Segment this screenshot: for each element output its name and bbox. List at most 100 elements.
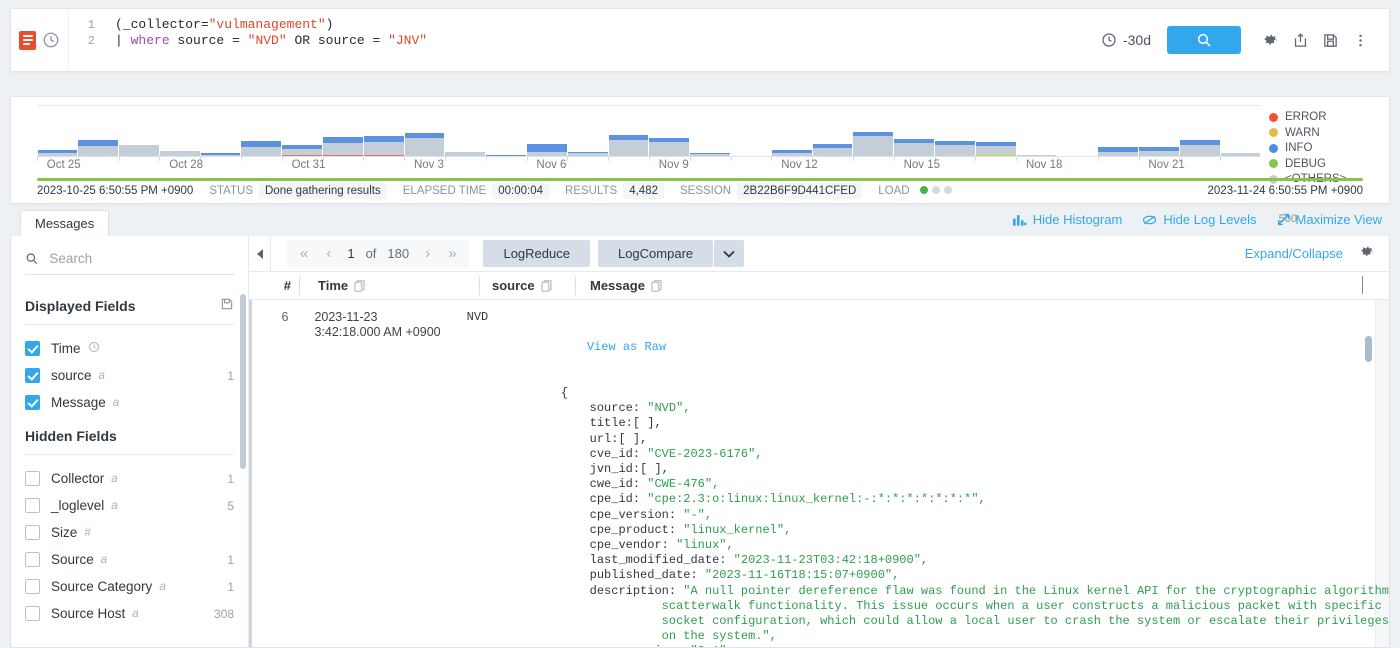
histogram-bar[interactable]: [567, 105, 608, 161]
sidebar-scrollbar[interactable]: [240, 294, 246, 469]
table-row[interactable]: 6 2023-11-23 3:42:18.000 AM +0900 NVD Vi…: [249, 300, 1389, 647]
field-checkbox[interactable]: [25, 341, 40, 356]
column-header-message[interactable]: Message: [575, 276, 1389, 295]
histogram-bar[interactable]: [240, 105, 282, 161]
histogram-bar[interactable]: [363, 105, 404, 161]
histogram-bar[interactable]: [730, 105, 772, 161]
field-row-source-category[interactable]: Source Category a 1: [25, 573, 234, 600]
histogram-bar[interactable]: [526, 105, 568, 161]
histogram-bar[interactable]: [852, 105, 894, 161]
save-button[interactable]: [1315, 26, 1345, 54]
last-page-button[interactable]: »: [439, 240, 465, 267]
save-fields-icon[interactable]: [220, 297, 234, 314]
legend-label: WARN: [1285, 126, 1320, 139]
log-search-icon[interactable]: [19, 30, 36, 50]
field-row-collector[interactable]: Collector a 1: [25, 465, 234, 492]
histogram-bar[interactable]: [77, 105, 119, 161]
histogram-bar[interactable]: [322, 105, 364, 161]
legend-item-error[interactable]: ERROR: [1269, 111, 1381, 123]
field-checkbox[interactable]: [25, 552, 40, 567]
legend-color-dot: [1269, 112, 1278, 122]
histogram-bar[interactable]: [281, 105, 323, 161]
next-page-button[interactable]: ›: [416, 240, 439, 267]
field-row--loglevel[interactable]: _loglevel a 5: [25, 492, 234, 519]
query-l2-pipe: |: [115, 33, 131, 48]
logcompare-dropdown-button[interactable]: [714, 240, 745, 267]
histogram-bar[interactable]: [812, 105, 853, 161]
histogram-bar[interactable]: [934, 105, 976, 161]
query-editor[interactable]: (_collector="vulmanagement") | where sour…: [103, 9, 1085, 71]
histogram-bar[interactable]: [200, 105, 241, 161]
field-checkbox[interactable]: [25, 579, 40, 594]
field-checkbox[interactable]: [25, 471, 40, 486]
field-checkbox[interactable]: [25, 395, 40, 410]
histogram-bar[interactable]: [771, 105, 812, 161]
legend-item-warn[interactable]: WARN: [1269, 127, 1381, 139]
tab-messages[interactable]: Messages: [20, 210, 110, 236]
histogram-bar[interactable]: [404, 105, 445, 161]
current-page[interactable]: 1: [340, 246, 361, 261]
hide-log-levels-button[interactable]: Hide Log Levels: [1142, 212, 1257, 227]
histogram-bar[interactable]: [1097, 105, 1139, 161]
histogram-bar[interactable]: [1056, 105, 1098, 161]
field-checkbox[interactable]: [25, 368, 40, 383]
expand-collapse-button[interactable]: Expand/Collapse: [1245, 246, 1343, 261]
results-settings-button[interactable]: [1359, 244, 1375, 263]
fields-search[interactable]: [25, 250, 234, 275]
logcompare-button[interactable]: LogCompare: [597, 240, 714, 267]
histogram-bar-segment-others: [282, 148, 323, 156]
field-row-message[interactable]: Message a: [25, 389, 234, 416]
histogram-bar[interactable]: [975, 105, 1016, 161]
prev-page-button[interactable]: ‹: [317, 240, 340, 267]
view-as-raw-link[interactable]: View as Raw: [561, 340, 1389, 355]
field-checkbox[interactable]: [25, 606, 40, 621]
histogram-bar[interactable]: [485, 105, 527, 161]
time-range-picker[interactable]: 500 -30d: [1085, 32, 1167, 48]
share-button[interactable]: [1285, 26, 1315, 54]
field-row-source[interactable]: Source a 1: [25, 546, 234, 573]
histogram-x-axis: Oct 25 Oct 28 Oct 31 Nov 3 Nov 6 Nov 9 Nov 12 N…: [37, 159, 1261, 175]
copy-icon[interactable]: [354, 279, 365, 292]
settings-button[interactable]: [1255, 26, 1285, 54]
column-header-source[interactable]: source: [479, 276, 575, 295]
maximize-view-button[interactable]: Maximize View: [1277, 212, 1382, 227]
histogram-bar-segment-others: [975, 145, 1016, 156]
histogram-panel: 500 500 Oct 25Oct 28Oct 31Nov 3Nov 6Nov …: [10, 96, 1390, 225]
logreduce-button[interactable]: LogReduce: [483, 240, 590, 267]
histogram-bar[interactable]: [444, 105, 486, 161]
histogram-bar[interactable]: [1179, 105, 1220, 161]
run-search-button[interactable]: [1167, 26, 1241, 54]
histogram-bar[interactable]: [37, 105, 78, 161]
hide-histogram-button[interactable]: Hide Histogram: [1012, 212, 1122, 227]
histogram-bar[interactable]: [689, 105, 731, 161]
header-resize-handle[interactable]: [1362, 276, 1363, 294]
histogram-bar[interactable]: [893, 105, 935, 161]
field-row-size[interactable]: Size #: [25, 519, 234, 546]
history-clock-icon[interactable]: [42, 31, 60, 49]
field-checkbox[interactable]: [25, 498, 40, 513]
field-row-source-host[interactable]: Source Host a 308: [25, 600, 234, 627]
field-row-time[interactable]: Time: [25, 335, 234, 362]
first-page-button[interactable]: «: [291, 240, 317, 267]
legend-item-debug[interactable]: DEBUG: [1269, 158, 1381, 170]
histogram-bar[interactable]: [608, 105, 649, 161]
histogram-bar[interactable]: [1016, 105, 1057, 161]
more-options-button[interactable]: [1345, 26, 1375, 54]
field-row-source[interactable]: source a 1: [25, 362, 234, 389]
session-label: SESSION: [679, 185, 732, 197]
search-input[interactable]: [47, 250, 234, 267]
column-header-index[interactable]: #: [249, 277, 299, 295]
column-header-time[interactable]: Time: [299, 276, 479, 295]
histogram-bar[interactable]: [648, 105, 690, 161]
histogram-bar[interactable]: [1220, 105, 1261, 161]
histogram-bar[interactable]: [159, 105, 200, 161]
copy-icon[interactable]: [651, 279, 662, 292]
histogram-plot[interactable]: [37, 105, 1261, 161]
message-scrollbar[interactable]: [1365, 336, 1372, 362]
copy-icon[interactable]: [541, 279, 552, 292]
field-checkbox[interactable]: [25, 525, 40, 540]
histogram-bar[interactable]: [118, 105, 160, 161]
legend-item-info[interactable]: INFO: [1269, 142, 1381, 154]
collapse-sidebar-button[interactable]: [249, 235, 271, 272]
histogram-bar[interactable]: [1138, 105, 1180, 161]
